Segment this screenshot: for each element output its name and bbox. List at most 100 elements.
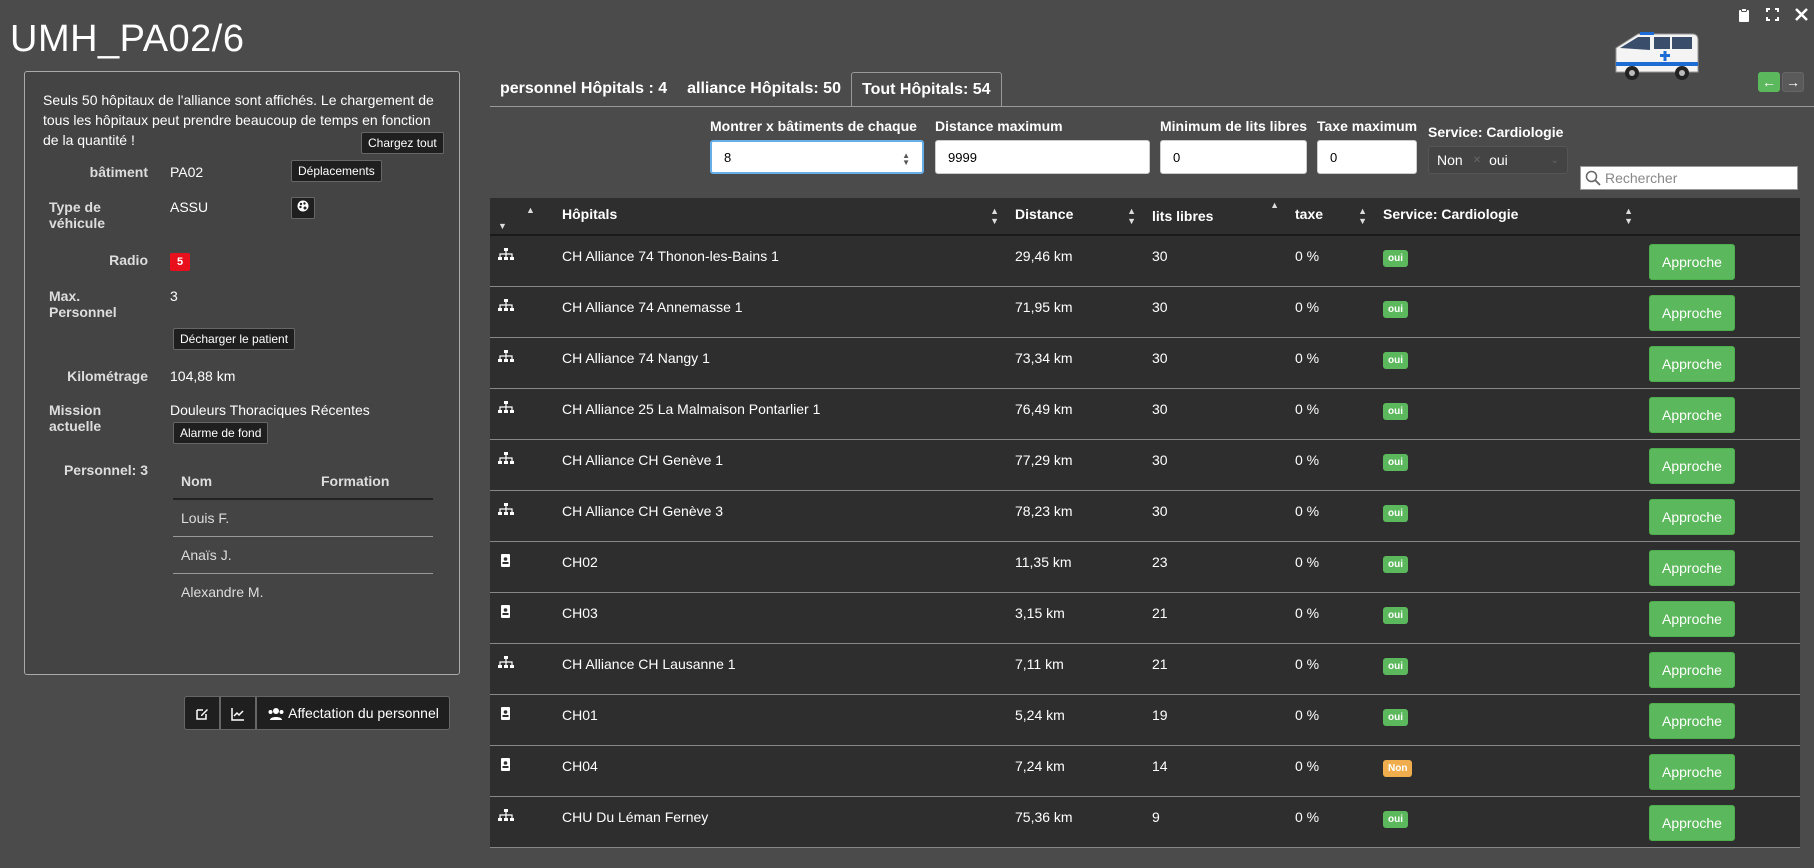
hospital-distance: 73,34 km (1015, 350, 1073, 366)
arrow-left-icon[interactable]: ← (1758, 72, 1780, 92)
hospital-name: CH03 (562, 605, 598, 621)
approche-button[interactable]: Approche (1649, 244, 1735, 280)
header-tax[interactable]: taxe ▲ ▼ (1287, 206, 1375, 226)
service-badge: oui (1383, 403, 1408, 420)
distance-input[interactable] (935, 140, 1150, 174)
tax-input[interactable] (1317, 140, 1417, 174)
approche-button[interactable]: Approche (1649, 703, 1735, 739)
assign-personnel-button[interactable]: Affectation du personnel (256, 696, 450, 730)
min-beds-input[interactable] (1160, 140, 1307, 174)
approche-button[interactable]: Approche (1649, 397, 1735, 433)
sitemap-icon (498, 452, 514, 469)
max-personnel-value: 3 (170, 288, 178, 304)
header-service[interactable]: Service: Cardiologie ▲ ▼ (1375, 206, 1641, 226)
tab-divider (490, 106, 1814, 107)
approche-button[interactable]: Approche (1649, 754, 1735, 790)
radio-status-badge: 5 (170, 253, 191, 271)
hospital-tax: 0 % (1295, 248, 1320, 264)
service-toggle[interactable]: Non ✕ oui ⌄ (1428, 146, 1568, 174)
header-beds[interactable]: lits libres ▲ (1144, 200, 1287, 224)
type-value: ASSU (170, 199, 209, 215)
hospital-tax: 0 % (1295, 350, 1320, 366)
sitemap-icon (498, 656, 514, 673)
service-label: Service: Cardiologie (1428, 124, 1564, 140)
unload-patient-button[interactable]: Décharger le patient (173, 328, 296, 350)
palette-button[interactable] (291, 197, 315, 219)
close-icon[interactable] (1795, 8, 1808, 26)
tab-alliance-hospitals[interactable]: alliance Hôpitals: 50 (677, 72, 851, 107)
hospital-tax: 0 % (1295, 503, 1320, 519)
approche-button[interactable]: Approche (1649, 805, 1735, 841)
distance-filter: Distance maximum (935, 118, 1150, 174)
service-option-oui[interactable]: oui (1489, 152, 1508, 168)
load-all-button[interactable]: Chargez tout (361, 132, 444, 154)
show-x-input[interactable] (710, 140, 924, 174)
table-row: CH Alliance CH Genève 3 78,23 km 30 0 % oui A… (490, 491, 1800, 542)
approche-button[interactable]: Approche (1649, 652, 1735, 688)
search-input[interactable]: Rechercher (1605, 170, 1677, 186)
hospital-name: CH Alliance 74 Nangy 1 (562, 350, 710, 366)
service-badge: oui (1383, 250, 1408, 267)
approche-button[interactable]: Approche (1649, 550, 1735, 586)
vehicle-info-panel: Seuls 50 hôpitaux de l'alliance sont aff… (24, 71, 460, 675)
hospital-beds: 30 (1152, 248, 1168, 264)
hospital-tax: 0 % (1295, 401, 1320, 417)
hospital-beds: 21 (1152, 605, 1168, 621)
table-row: CH Alliance CH Genève 1 77,29 km 30 0 % oui A… (490, 440, 1800, 491)
max-personnel-label: Max. Personnel (49, 288, 117, 320)
hospital-name: CHU Du Léman Ferney (562, 809, 709, 825)
hospital-distance: 11,35 km (1015, 554, 1072, 570)
search-box[interactable]: Rechercher (1580, 166, 1798, 190)
fullscreen-icon[interactable] (1766, 8, 1779, 26)
arrow-right-icon[interactable]: → (1782, 72, 1804, 92)
hospital-name: CH Alliance 74 Annemasse 1 (562, 299, 743, 315)
deplacements-button[interactable]: Déplacements (291, 160, 382, 182)
spinner-icon[interactable]: ▲ ▼ (902, 152, 910, 167)
hospital-beds: 30 (1152, 503, 1168, 519)
stats-button[interactable] (220, 696, 256, 730)
tax-filter: Taxe maximum (1317, 118, 1417, 174)
service-badge: Non (1383, 760, 1413, 777)
service-option-non[interactable]: Non (1437, 152, 1463, 168)
clipboard-icon[interactable] (1738, 8, 1750, 26)
sort-column-header[interactable]: ▲ ▼ (490, 200, 554, 232)
service-badge: oui (1383, 811, 1408, 828)
approche-button[interactable]: Approche (1649, 346, 1735, 382)
service-badge: oui (1383, 658, 1408, 675)
approche-button[interactable]: Approche (1649, 448, 1735, 484)
approche-button[interactable]: Approche (1649, 601, 1735, 637)
hospital-name: CH Alliance 25 La Malmaison Pontarlier 1 (562, 401, 821, 417)
page-title: UMH_PA02/6 (10, 18, 245, 60)
header-distance[interactable]: Distance ▲ ▼ (1007, 206, 1144, 226)
background-alarm-button[interactable]: Alarme de fond (173, 422, 269, 444)
service-badge: oui (1383, 556, 1408, 573)
hospital-name: CH Alliance CH Lausanne 1 (562, 656, 736, 672)
personnel-count-label: Personnel: 3 (63, 462, 148, 478)
hospital-tax: 0 % (1295, 299, 1320, 315)
hospital-distance: 78,23 km (1015, 503, 1073, 519)
header-hospitals[interactable]: Hôpitals ▲ ▼ (554, 206, 1007, 226)
sitemap-icon (498, 503, 514, 520)
hospital-distance: 75,36 km (1015, 809, 1073, 825)
hospital-name: CH Alliance CH Genève 3 (562, 503, 724, 519)
chevron-down-icon[interactable]: ⌄ (1551, 155, 1559, 166)
search-icon (1585, 170, 1601, 186)
table-row: CH Alliance 74 Annemasse 1 71,95 km 30 0 % o… (490, 287, 1800, 338)
edit-button[interactable] (184, 696, 220, 730)
kilometrage-label: Kilométrage (67, 368, 148, 384)
portrait-icon (498, 605, 514, 622)
approche-button[interactable]: Approche (1649, 499, 1735, 535)
hospital-tabs: personnel Hôpitals : 4 alliance Hôpitals… (490, 72, 1002, 107)
sort-asc-icon: ▲ (1270, 200, 1279, 210)
hospital-beds: 19 (1152, 707, 1168, 723)
hospital-distance: 29,46 km (1015, 248, 1073, 264)
tab-all-hospitals[interactable]: Tout Hôpitals: 54 (850, 72, 1002, 107)
sitemap-icon (498, 401, 514, 418)
nav-arrows: ← → (1758, 72, 1804, 92)
table-row: CH Alliance CH Lausanne 1 7,11 km 21 0 % oui… (490, 644, 1800, 695)
personnel-row: Louis F. (173, 499, 433, 537)
hospital-beds: 30 (1152, 350, 1168, 366)
approche-button[interactable]: Approche (1649, 295, 1735, 331)
tax-label: Taxe maximum (1317, 118, 1418, 134)
tab-personnel-hospitals[interactable]: personnel Hôpitals : 4 (490, 72, 677, 107)
